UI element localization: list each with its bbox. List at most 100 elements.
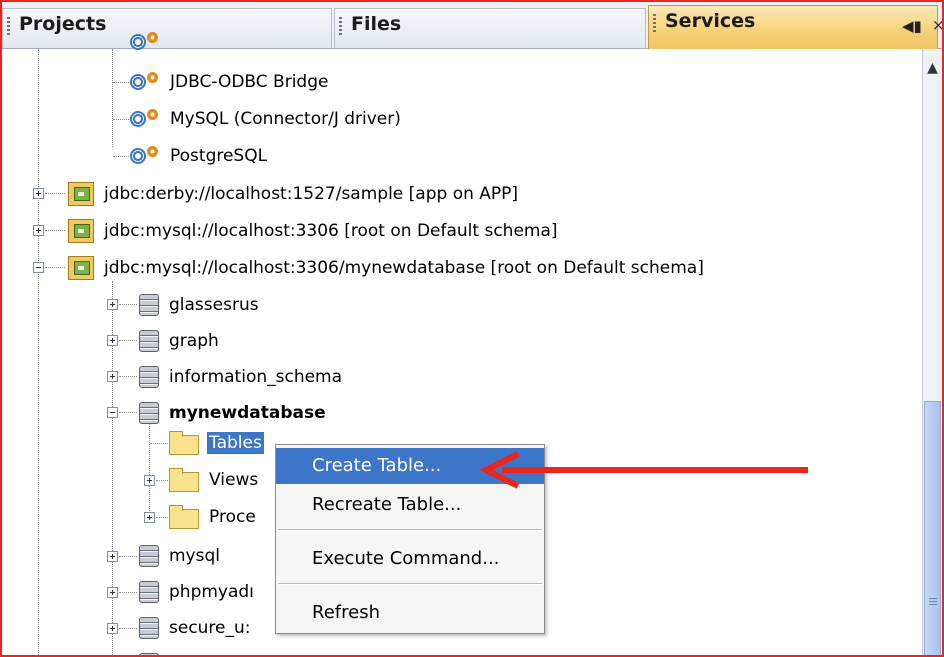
menu-item-execute-command[interactable]: Execute Command... xyxy=(276,541,544,577)
tree-item-label: MySQL (Connector/J driver) xyxy=(170,109,401,129)
tree-guide-line xyxy=(45,193,65,194)
tab-files-label: Files xyxy=(351,13,402,35)
tree-guide-line xyxy=(45,230,65,231)
expand-icon[interactable] xyxy=(107,551,118,562)
services-panel: Projects Files Services ◀▮ × JDBC-ODBC B… xyxy=(0,0,944,657)
tree-item-connection[interactable]: jdbc:derby://localhost:1527/sample [app … xyxy=(68,179,520,209)
driver-icon xyxy=(130,32,160,52)
tree-guide-line xyxy=(119,376,137,377)
database-icon xyxy=(139,581,159,603)
tree-guide-line xyxy=(119,340,137,341)
vertical-scrollbar[interactable]: ▲ xyxy=(922,49,942,655)
tree-item-schema[interactable]: information_schema xyxy=(139,362,344,392)
expand-icon[interactable] xyxy=(107,371,118,382)
menu-item-recreate-table[interactable]: Recreate Table... xyxy=(276,487,544,523)
tree-item-schema[interactable]: phpmyadı xyxy=(139,577,256,607)
tree-item-label: graph xyxy=(169,331,219,351)
driver-icon xyxy=(130,109,160,129)
expand-icon[interactable] xyxy=(33,225,44,236)
tree-guide-line xyxy=(119,412,137,413)
tree-guide-line xyxy=(38,49,39,655)
tree-item-label: mynewdatabase xyxy=(169,403,326,423)
drag-grip-icon xyxy=(339,17,342,37)
tree-guide-line xyxy=(113,82,131,83)
tab-files[interactable]: Files xyxy=(334,8,646,48)
database-icon xyxy=(139,617,159,639)
expand-icon[interactable] xyxy=(144,512,155,523)
tree-guide-line xyxy=(112,49,113,147)
tree-guide-line xyxy=(150,443,168,444)
scroll-up-icon[interactable]: ▲ xyxy=(923,57,942,79)
tree-item-driver-partial[interactable] xyxy=(130,27,160,57)
tree-item-label: JDBC-ODBC Bridge xyxy=(170,72,329,92)
tree-item-procedures[interactable]: Proce xyxy=(169,502,258,532)
tree-guide-line xyxy=(119,556,137,557)
menu-item-refresh[interactable]: Refresh xyxy=(276,595,544,631)
expand-icon[interactable] xyxy=(107,335,118,346)
collapse-icon[interactable] xyxy=(107,407,118,418)
driver-icon xyxy=(130,146,160,166)
tree-item-label: glassesrus xyxy=(169,295,259,315)
expand-icon[interactable] xyxy=(107,299,118,310)
tree-item-label: PostgreSQL xyxy=(170,146,268,166)
tree-guide-line xyxy=(113,119,131,120)
expand-icon[interactable] xyxy=(107,623,118,634)
driver-icon xyxy=(130,72,160,92)
menu-separator xyxy=(278,583,542,585)
tab-services[interactable]: Services xyxy=(648,5,938,49)
tree-item-label: information_schema xyxy=(169,367,343,387)
database-icon xyxy=(139,294,159,316)
tab-projects[interactable]: Projects xyxy=(2,8,332,48)
database-icon xyxy=(139,330,159,352)
drag-grip-icon xyxy=(653,14,656,34)
tree-item-label: Views xyxy=(209,470,259,490)
expand-icon[interactable] xyxy=(33,188,44,199)
database-connection-icon xyxy=(68,182,94,206)
tree-item-label: Tables xyxy=(207,432,264,454)
database-connection-icon xyxy=(68,219,94,243)
tab-services-label: Services xyxy=(665,10,756,32)
tree-guide-line xyxy=(113,156,131,157)
tree-item-schema[interactable]: secure_u: xyxy=(139,613,253,643)
folder-icon xyxy=(169,504,199,529)
tree-item-label: jdbc:mysql://localhost:3306 [root on Def… xyxy=(104,221,558,241)
tree-guide-line xyxy=(119,628,137,629)
tree-item-driver[interactable]: JDBC-ODBC Bridge xyxy=(130,67,330,97)
tree-item-driver[interactable]: MySQL (Connector/J driver) xyxy=(130,104,403,134)
expand-icon[interactable] xyxy=(144,475,155,486)
tree-item-views[interactable]: Views xyxy=(169,465,260,495)
tree-item-label: phpmyadı xyxy=(169,582,254,602)
tree-guide-line xyxy=(119,592,137,593)
tree-item-label: secure_u: xyxy=(169,618,251,638)
close-icon[interactable]: × xyxy=(932,16,942,34)
annotation-arrow-icon xyxy=(479,451,808,489)
tree-item-tables[interactable]: Tables xyxy=(169,428,264,458)
menu-separator xyxy=(278,529,542,531)
tree-item-schema-expanded[interactable]: mynewdatabase xyxy=(139,398,328,428)
database-icon xyxy=(139,402,159,424)
tree-item-schema[interactable]: stock xyxy=(139,649,216,655)
scroll-thumb[interactable] xyxy=(924,401,941,655)
expand-icon[interactable] xyxy=(107,587,118,598)
tree-item-connection[interactable]: jdbc:mysql://localhost:3306 [root on Def… xyxy=(68,216,560,246)
tree-item-schema[interactable]: mysql xyxy=(139,541,222,571)
tree-guide-line xyxy=(119,304,137,305)
tree-item-label: mysql xyxy=(169,546,220,566)
tree-item-driver[interactable]: PostgreSQL xyxy=(130,141,269,171)
database-connection-icon xyxy=(68,256,94,280)
tree-item-schema[interactable]: graph xyxy=(139,326,221,356)
tab-projects-label: Projects xyxy=(19,13,107,35)
tree-item-label: stock xyxy=(167,653,216,655)
database-icon xyxy=(139,366,159,388)
tree-guide-line xyxy=(156,517,168,518)
database-icon xyxy=(139,653,159,655)
collapse-icon[interactable] xyxy=(33,262,44,273)
database-icon xyxy=(139,545,159,567)
tree-item-label: jdbc:derby://localhost:1527/sample [app … xyxy=(104,184,519,204)
tree-guide-line xyxy=(149,417,150,521)
tree-item-connection-expanded[interactable]: jdbc:mysql://localhost:3306/mynewdatabas… xyxy=(68,253,706,283)
folder-icon xyxy=(169,430,199,455)
tab-scroll-left-icon[interactable]: ◀▮ xyxy=(902,17,922,35)
tree-item-schema[interactable]: glassesrus xyxy=(139,290,261,320)
tree-guide-line xyxy=(156,480,168,481)
